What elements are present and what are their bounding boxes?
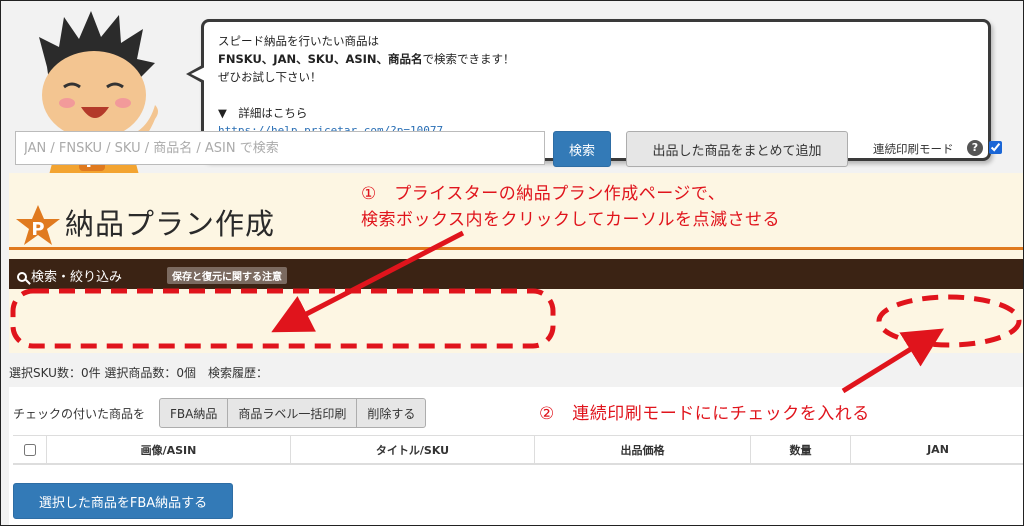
select-all-cell	[13, 436, 47, 463]
bubble-line-2-rest: で検索できます！	[422, 52, 515, 66]
title-underline	[9, 247, 1023, 250]
search-button[interactable]: 検索	[553, 131, 611, 167]
checked-items-label: チェックの付いた商品を	[13, 407, 146, 421]
bubble-search-keys: FNSKU、JAN、SKU、ASIN、商品名	[218, 52, 423, 66]
select-all-checkbox[interactable]	[23, 443, 36, 456]
save-restore-notice-tag[interactable]: 保存と復元に関する注意	[167, 267, 287, 284]
product-table-area: チェックの付いた商品を FBA納品 商品ラベル一括印刷 削除する 画像/ASIN…	[9, 387, 1023, 525]
delete-button[interactable]: 削除する	[356, 398, 427, 428]
annotation-step1-line2: 検索ボックス内をクリックしてカーソルを点滅させる	[361, 210, 780, 230]
search-section-text: 検索・絞り込み	[31, 270, 123, 285]
search-section-bar: 検索・絞り込み 保存と復元に関する注意	[9, 259, 1023, 289]
svg-text:P: P	[31, 219, 44, 240]
bubble-line-2: FNSKU、JAN、SKU、ASIN、商品名で検索できます！	[218, 50, 974, 68]
bubble-tail-inner	[191, 67, 205, 81]
search-section-label[interactable]: 検索・絞り込み	[17, 266, 122, 285]
product-search-input[interactable]	[15, 131, 545, 165]
column-header-quantity[interactable]: 数量	[751, 436, 851, 463]
annotation-step1-line1: ① プライスターの納品プラン作成ページで、	[361, 184, 726, 204]
table-header: 画像/ASIN タイトル/SKU 出品価格 数量 JAN	[13, 435, 1023, 465]
column-header-jan[interactable]: JAN	[851, 436, 1023, 463]
annotation-step2: ② 連続印刷モードににチェックを入れる	[539, 404, 870, 424]
fba-delivery-button[interactable]: FBA納品	[159, 398, 229, 428]
bubble-line-3: ぜひお試し下さい！	[218, 70, 322, 84]
column-header-price[interactable]: 出品価格	[535, 436, 751, 463]
serial-print-checkbox[interactable]	[989, 141, 1002, 154]
search-icon	[17, 272, 27, 282]
bubble-line-1: スピード納品を行いたい商品は	[218, 34, 379, 48]
bubble-spacer	[218, 86, 974, 104]
pricetar-logo-icon: P	[16, 205, 60, 245]
column-header-title-sku[interactable]: タイトル/SKU	[291, 436, 535, 463]
bubble-detail: ▼ 詳細はこちら	[218, 106, 308, 120]
fba-deliver-selected-button[interactable]: 選択した商品をFBA納品する	[13, 483, 233, 519]
page-title: 納品プラン作成	[65, 207, 276, 241]
question-icon[interactable]: ?	[967, 140, 983, 156]
selection-stats: 選択SKU数：0件 選択商品数：0個 検索履歴：	[9, 366, 269, 380]
screenshot-frame: P スピード納品を行いたい商品は FNSKU、JAN、SKU、ASIN、商品名で…	[0, 0, 1024, 526]
column-header-image-asin[interactable]: 画像/ASIN	[47, 436, 291, 463]
bulk-add-listed-button[interactable]: 出品した商品をまとめて追加	[626, 131, 848, 167]
bulk-action-group: FBA納品 商品ラベル一括印刷 削除する	[159, 398, 427, 428]
bulk-label-print-button[interactable]: 商品ラベル一括印刷	[227, 398, 358, 428]
serial-print-label: 連続印刷モード	[873, 142, 954, 156]
